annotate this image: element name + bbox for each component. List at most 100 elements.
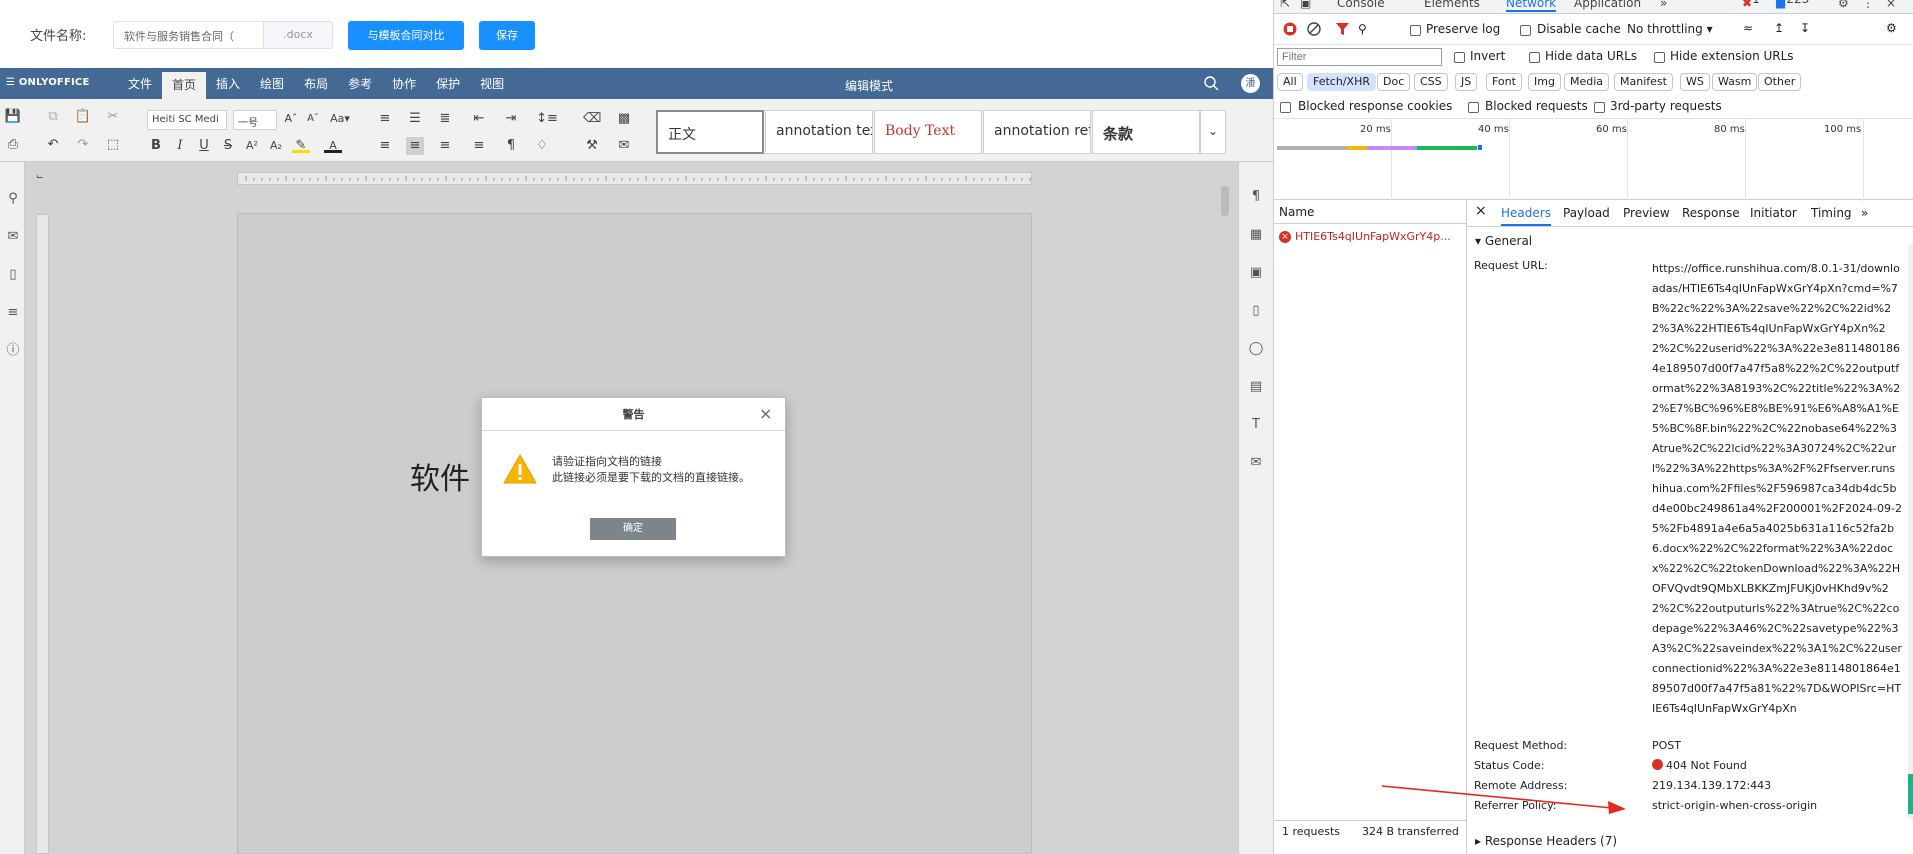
superscript-icon[interactable]: A² — [243, 137, 261, 155]
paste-icon[interactable]: 📋 — [74, 108, 92, 126]
menu-home[interactable]: 首页 — [162, 72, 207, 99]
menu-file[interactable]: 文件 — [118, 68, 162, 99]
tab-elements[interactable]: Elements — [1424, 0, 1480, 10]
clear-icon[interactable] — [1307, 22, 1321, 36]
blocked-requests-checkbox[interactable] — [1468, 102, 1479, 113]
ok-button[interactable]: 确定 — [590, 518, 676, 540]
header-footer-icon[interactable]: ▯ — [1247, 302, 1265, 320]
tab-initiator[interactable]: Initiator — [1750, 206, 1797, 220]
disable-cache-checkbox[interactable] — [1520, 25, 1531, 36]
color-scheme-icon[interactable]: ▩ — [615, 110, 633, 128]
menu-protect[interactable]: 保护 — [426, 68, 470, 99]
horizontal-ruler[interactable] — [237, 172, 1032, 185]
decrease-font-icon[interactable]: Aˇ — [304, 110, 322, 128]
response-headers-section[interactable]: ▸ Response Headers (7) — [1475, 834, 1617, 848]
align-left-icon[interactable]: ≡ — [376, 137, 394, 155]
info-icon[interactable]: ⓘ — [4, 342, 22, 360]
increase-indent-icon[interactable]: ⇥ — [502, 110, 520, 128]
tab-console[interactable]: Console — [1337, 0, 1385, 10]
select-all-icon[interactable]: ⬚ — [104, 136, 122, 154]
type-css[interactable]: CSS — [1414, 73, 1448, 91]
tab-headers[interactable]: Headers — [1501, 206, 1551, 226]
close-icon[interactable]: × — [759, 406, 775, 422]
filter-icon[interactable] — [1336, 22, 1349, 36]
search-icon[interactable] — [1203, 75, 1219, 91]
menu-draw[interactable]: 绘图 — [250, 68, 294, 99]
scrollbar-thumb[interactable] — [1908, 774, 1913, 814]
clear-style-icon[interactable]: ⌫ — [583, 110, 601, 128]
import-har-icon[interactable]: ↥ — [1774, 21, 1784, 35]
change-case-icon[interactable]: Aa▾ — [327, 110, 353, 128]
tab-timing[interactable]: Timing — [1811, 206, 1852, 220]
decrease-indent-icon[interactable]: ⇤ — [470, 110, 488, 128]
image-settings-icon[interactable]: ▣ — [1247, 264, 1265, 282]
subscript-icon[interactable]: A₂ — [267, 137, 285, 155]
close-icon[interactable]: × — [1886, 0, 1896, 10]
highlight-icon[interactable]: ✎ — [292, 137, 310, 153]
tab-stop-selector[interactable]: ⌙ — [36, 172, 49, 185]
tab-network[interactable]: Network — [1506, 0, 1557, 12]
more-tabs-icon[interactable]: » — [1660, 0, 1667, 10]
settings-gear-icon[interactable]: ⚙ — [1838, 0, 1849, 10]
bold-icon[interactable]: B — [147, 137, 165, 155]
type-fetch-xhr[interactable]: Fetch/XHR — [1307, 73, 1376, 91]
navigation-icon[interactable]: ≡ — [4, 304, 22, 322]
hide-data-urls-checkbox[interactable] — [1529, 52, 1540, 63]
export-har-icon[interactable]: ↧ — [1800, 21, 1810, 35]
search-icon[interactable]: ⚲ — [4, 190, 22, 208]
blocked-cookies-checkbox[interactable] — [1280, 102, 1291, 113]
user-avatar[interactable]: 潘 — [1241, 74, 1260, 93]
third-party-checkbox[interactable] — [1594, 102, 1605, 113]
copy-style-icon[interactable]: ⚒ — [583, 137, 601, 155]
multilevel-list-icon[interactable]: ≣ — [436, 110, 454, 128]
align-center-icon[interactable]: ≡ — [406, 137, 424, 155]
redo-icon[interactable]: ↷ — [74, 136, 92, 154]
type-wasm[interactable]: Wasm — [1712, 73, 1758, 91]
record-stop-icon[interactable] — [1283, 22, 1297, 36]
bullet-list-icon[interactable]: ≡ — [376, 110, 394, 128]
type-js[interactable]: JS — [1455, 73, 1478, 91]
mail-merge-icon[interactable]: ✉ — [1247, 454, 1265, 472]
message-count-badge[interactable]: ■ 223 — [1775, 0, 1809, 10]
italic-icon[interactable]: I — [171, 137, 189, 155]
type-other[interactable]: Other — [1758, 73, 1802, 91]
strikethrough-icon[interactable]: S — [219, 137, 237, 155]
network-settings-icon[interactable]: ⚙ — [1886, 21, 1897, 35]
shape-settings-icon[interactable]: ◯ — [1247, 340, 1265, 358]
type-ws[interactable]: WS — [1680, 73, 1710, 91]
type-all[interactable]: All — [1277, 73, 1303, 91]
preserve-log-checkbox[interactable] — [1410, 25, 1421, 36]
type-manifest[interactable]: Manifest — [1614, 73, 1673, 91]
font-name-select[interactable]: Heiti SC Medi — [147, 110, 227, 130]
scrollbar-thumb[interactable] — [1221, 186, 1229, 216]
menu-layout[interactable]: 布局 — [294, 68, 338, 99]
throttling-select[interactable]: No throttling ▾ — [1627, 22, 1713, 36]
pilcrow-icon[interactable]: ¶ — [502, 137, 520, 155]
request-row[interactable]: × HTIE6Ts4qIUnFapWxGrY4p... — [1274, 230, 1466, 248]
shading-icon[interactable]: ♢ — [533, 137, 551, 155]
vertical-ruler[interactable] — [36, 214, 49, 854]
device-toggle-icon[interactable]: ▣ — [1300, 0, 1311, 10]
menu-view[interactable]: 视图 — [470, 68, 514, 99]
undo-icon[interactable]: ↶ — [44, 136, 62, 154]
print-icon[interactable]: ⎙ — [4, 136, 22, 154]
network-conditions-icon[interactable]: ≈ — [1743, 21, 1753, 35]
table-settings-icon[interactable]: ▦ — [1247, 226, 1265, 244]
copy-icon[interactable]: ⧉ — [44, 108, 62, 126]
style-normal[interactable]: 正文 — [656, 110, 764, 154]
filter-input[interactable] — [1277, 48, 1442, 66]
align-right-icon[interactable]: ≡ — [436, 137, 454, 155]
textart-settings-icon[interactable]: T — [1247, 416, 1265, 434]
comment-icon[interactable]: ✉ — [4, 228, 22, 246]
general-section-header[interactable]: ▾ General — [1475, 234, 1532, 248]
style-body-text[interactable]: Body Text — [874, 110, 982, 154]
menu-references[interactable]: 参考 — [338, 68, 382, 99]
tab-preview[interactable]: Preview — [1623, 206, 1670, 220]
detail-scrollbar[interactable] — [1908, 244, 1913, 819]
font-size-select[interactable]: 一号 — [233, 110, 277, 130]
tab-payload[interactable]: Payload — [1563, 206, 1610, 220]
close-icon[interactable]: × — [1475, 203, 1487, 219]
increase-font-icon[interactable]: Aˆ — [282, 110, 300, 128]
menu-insert[interactable]: 插入 — [206, 68, 250, 99]
kebab-menu-icon[interactable]: ⋮ — [1862, 0, 1874, 10]
